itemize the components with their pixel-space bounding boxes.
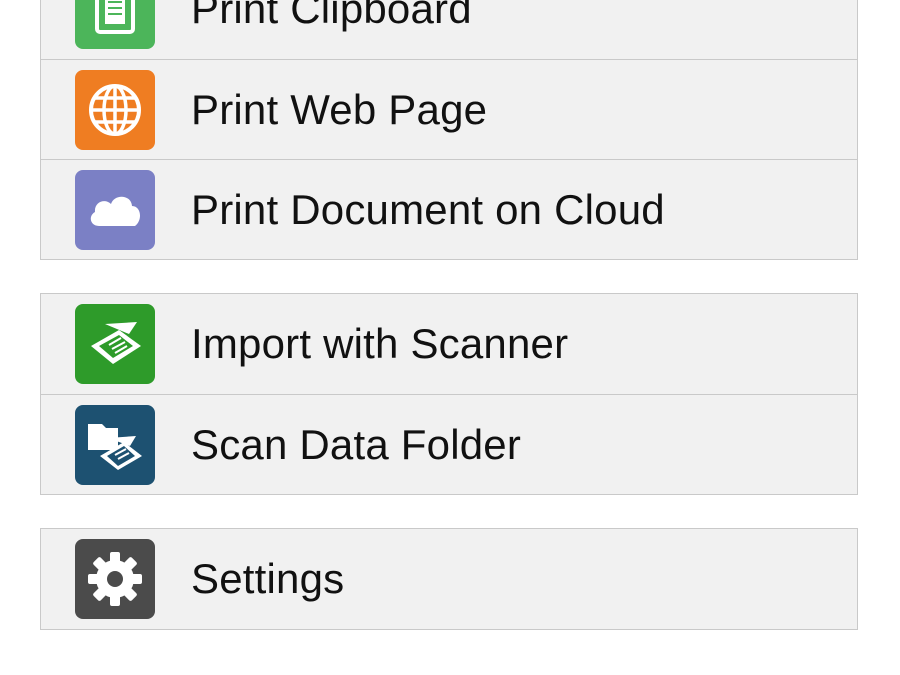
menu-screen: Print Clipboard Print Web Page Print Doc… <box>0 0 900 675</box>
scan-data-folder-label: Scan Data Folder <box>191 420 522 468</box>
scan-menu-group: Import with Scanner Scan Data Folder <box>40 293 858 495</box>
import-with-scanner-label: Import with Scanner <box>191 320 569 367</box>
settings-menu-group: Settings <box>40 528 858 630</box>
clipboard-icon <box>75 0 155 49</box>
print-document-on-cloud-label: Print Document on Cloud <box>191 185 665 233</box>
scan-folder-icon <box>75 404 155 485</box>
gear-icon <box>75 539 155 619</box>
import-with-scanner-item[interactable]: Import with Scanner <box>41 294 857 394</box>
print-menu-group: Print Clipboard Print Web Page Print Doc… <box>40 0 858 260</box>
globe-icon <box>75 69 155 150</box>
print-web-page-item[interactable]: Print Web Page <box>41 59 857 159</box>
print-web-page-label: Print Web Page <box>191 85 488 133</box>
settings-item[interactable]: Settings <box>41 529 857 629</box>
cloud-icon <box>75 169 155 250</box>
print-document-on-cloud-item[interactable]: Print Document on Cloud <box>41 159 857 259</box>
settings-label: Settings <box>191 555 345 602</box>
print-clipboard-label: Print Clipboard <box>191 0 472 32</box>
print-clipboard-item[interactable]: Print Clipboard <box>41 0 857 59</box>
scanner-icon <box>75 304 155 384</box>
scan-data-folder-item[interactable]: Scan Data Folder <box>41 394 857 494</box>
